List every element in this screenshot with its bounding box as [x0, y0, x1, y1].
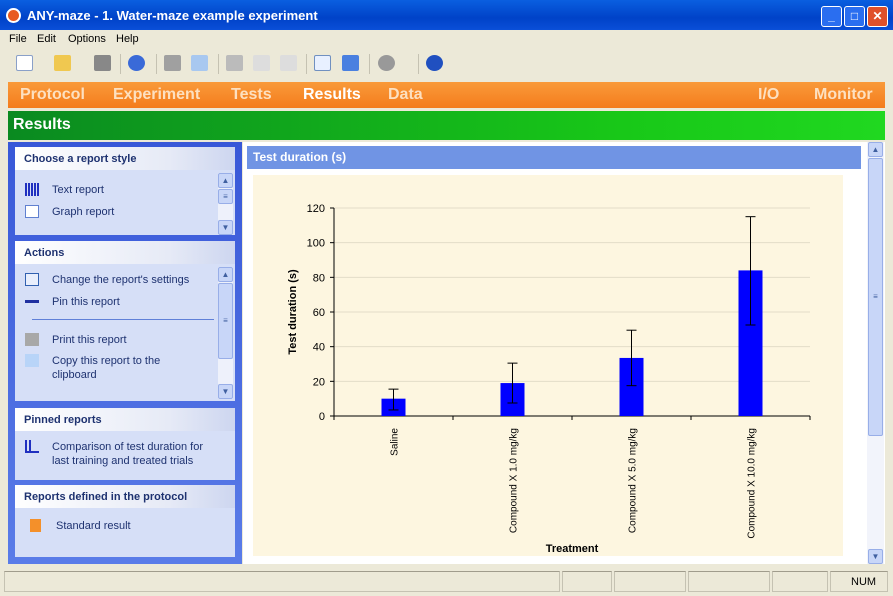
- maximize-button[interactable]: □: [844, 6, 865, 27]
- audio-icon[interactable]: [378, 55, 395, 71]
- report-title: Test duration (s): [247, 146, 861, 169]
- window-title: ANY-maze - 1. Water-maze example experim…: [27, 8, 318, 23]
- email-icon[interactable]: [191, 55, 208, 71]
- send-icon[interactable]: [128, 55, 145, 71]
- panel-title: Reports defined in the protocol: [15, 485, 235, 508]
- y-tick-label: 40: [313, 342, 325, 354]
- nav-data[interactable]: Data: [388, 86, 423, 104]
- chart-panel: Test duration (s) Treatment 0 20 40 60 80 100…: [253, 175, 843, 556]
- panel-title: Actions: [15, 241, 235, 264]
- y-tick-label: 20: [313, 376, 325, 388]
- open-icon[interactable]: [54, 55, 71, 71]
- scroll-thumb[interactable]: ≡: [218, 189, 233, 204]
- cut-icon[interactable]: [226, 55, 243, 71]
- minimize-button[interactable]: _: [821, 6, 842, 27]
- nav-io[interactable]: I/O: [758, 86, 779, 104]
- y-tick-label: 0: [319, 411, 325, 423]
- y-tick-label: 100: [307, 238, 325, 250]
- x-tick-label: Compound X 10.0 mg/kg: [747, 428, 758, 539]
- print-icon: [25, 333, 39, 346]
- copy-icon[interactable]: [253, 55, 270, 71]
- menu-file[interactable]: File: [9, 33, 27, 45]
- scroll-down-icon[interactable]: ▼: [218, 220, 233, 235]
- report-style-panel: Choose a report style Text report Graph …: [15, 147, 235, 235]
- section-header: Results: [8, 111, 885, 140]
- nav-results[interactable]: Results: [303, 86, 361, 104]
- panel-title: Choose a report style: [15, 147, 235, 170]
- scrollbar[interactable]: ▲ ≡ ▼: [218, 173, 233, 235]
- graph-report-icon: [25, 440, 39, 453]
- close-button[interactable]: ✕: [867, 6, 888, 27]
- scroll-thumb[interactable]: ≡: [868, 158, 883, 436]
- pinned-reports-panel: Pinned reports Comparison of test durati…: [15, 408, 235, 480]
- menu-options[interactable]: Options: [68, 33, 106, 45]
- x-tick-label: Saline: [390, 428, 401, 456]
- toolbar: [4, 50, 889, 78]
- nav-monitor[interactable]: Monitor: [814, 86, 873, 104]
- app-icon: [6, 8, 21, 23]
- x-tick-label: Compound X 5.0 mg/kg: [628, 428, 639, 533]
- pin-icon: [25, 300, 39, 303]
- section-title: Results: [13, 116, 71, 133]
- nav-protocol[interactable]: Protocol: [20, 86, 85, 104]
- menu-bar: File Edit Options Help: [0, 30, 893, 49]
- scroll-up-icon[interactable]: ▲: [218, 267, 233, 282]
- title-bar: ANY-maze - 1. Water-maze example experim…: [0, 0, 893, 30]
- actions-panel: Actions Change the report's settings Pin…: [15, 241, 235, 401]
- panel-title: Pinned reports: [15, 408, 235, 431]
- divider: [32, 319, 214, 320]
- y-tick-label: 60: [313, 307, 325, 319]
- main-scrollbar[interactable]: ▲ ≡ ▼: [867, 142, 884, 564]
- save-icon[interactable]: [94, 55, 111, 71]
- report-icon: [30, 519, 41, 532]
- main-nav: Protocol Experiment Tests Results Data I…: [8, 82, 885, 108]
- protocol-reports-panel: Reports defined in the protocol Standard…: [15, 485, 235, 557]
- scroll-down-icon[interactable]: ▼: [218, 384, 233, 399]
- sidebar: Choose a report style Text report Graph …: [8, 142, 242, 564]
- x-tick-label: Compound X 1.0 mg/kg: [509, 428, 520, 533]
- new-icon[interactable]: [16, 55, 33, 71]
- graph-report-icon: [25, 205, 39, 218]
- status-bar: NUM: [4, 571, 889, 593]
- y-axis-label: Test duration (s): [287, 269, 299, 355]
- scroll-up-icon[interactable]: ▲: [868, 142, 883, 157]
- x-axis-label: Treatment: [546, 543, 599, 555]
- checklist-icon[interactable]: [314, 55, 331, 71]
- scroll-down-icon[interactable]: ▼: [868, 549, 883, 564]
- text-report-icon: [25, 183, 39, 196]
- y-tick-label: 80: [313, 272, 325, 284]
- menu-edit[interactable]: Edit: [37, 33, 56, 45]
- num-lock-indicator: NUM: [830, 571, 888, 592]
- print-icon[interactable]: [164, 55, 181, 71]
- nav-experiment[interactable]: Experiment: [113, 86, 200, 104]
- nav-tests[interactable]: Tests: [231, 86, 272, 104]
- paste-icon[interactable]: [280, 55, 297, 71]
- y-tick-label: 120: [307, 203, 325, 215]
- edit-icon: [25, 273, 39, 286]
- menu-help[interactable]: Help: [116, 33, 139, 45]
- device-icon[interactable]: [342, 55, 359, 71]
- scroll-thumb[interactable]: ≡: [218, 283, 233, 359]
- scrollbar[interactable]: ▲ ≡ ▼: [218, 267, 233, 399]
- bar-chart: Test duration (s) Treatment 0 20 40 60 80 100…: [287, 203, 811, 555]
- scroll-up-icon[interactable]: ▲: [218, 173, 233, 188]
- copy-icon: [25, 354, 39, 367]
- help-icon[interactable]: [426, 55, 443, 71]
